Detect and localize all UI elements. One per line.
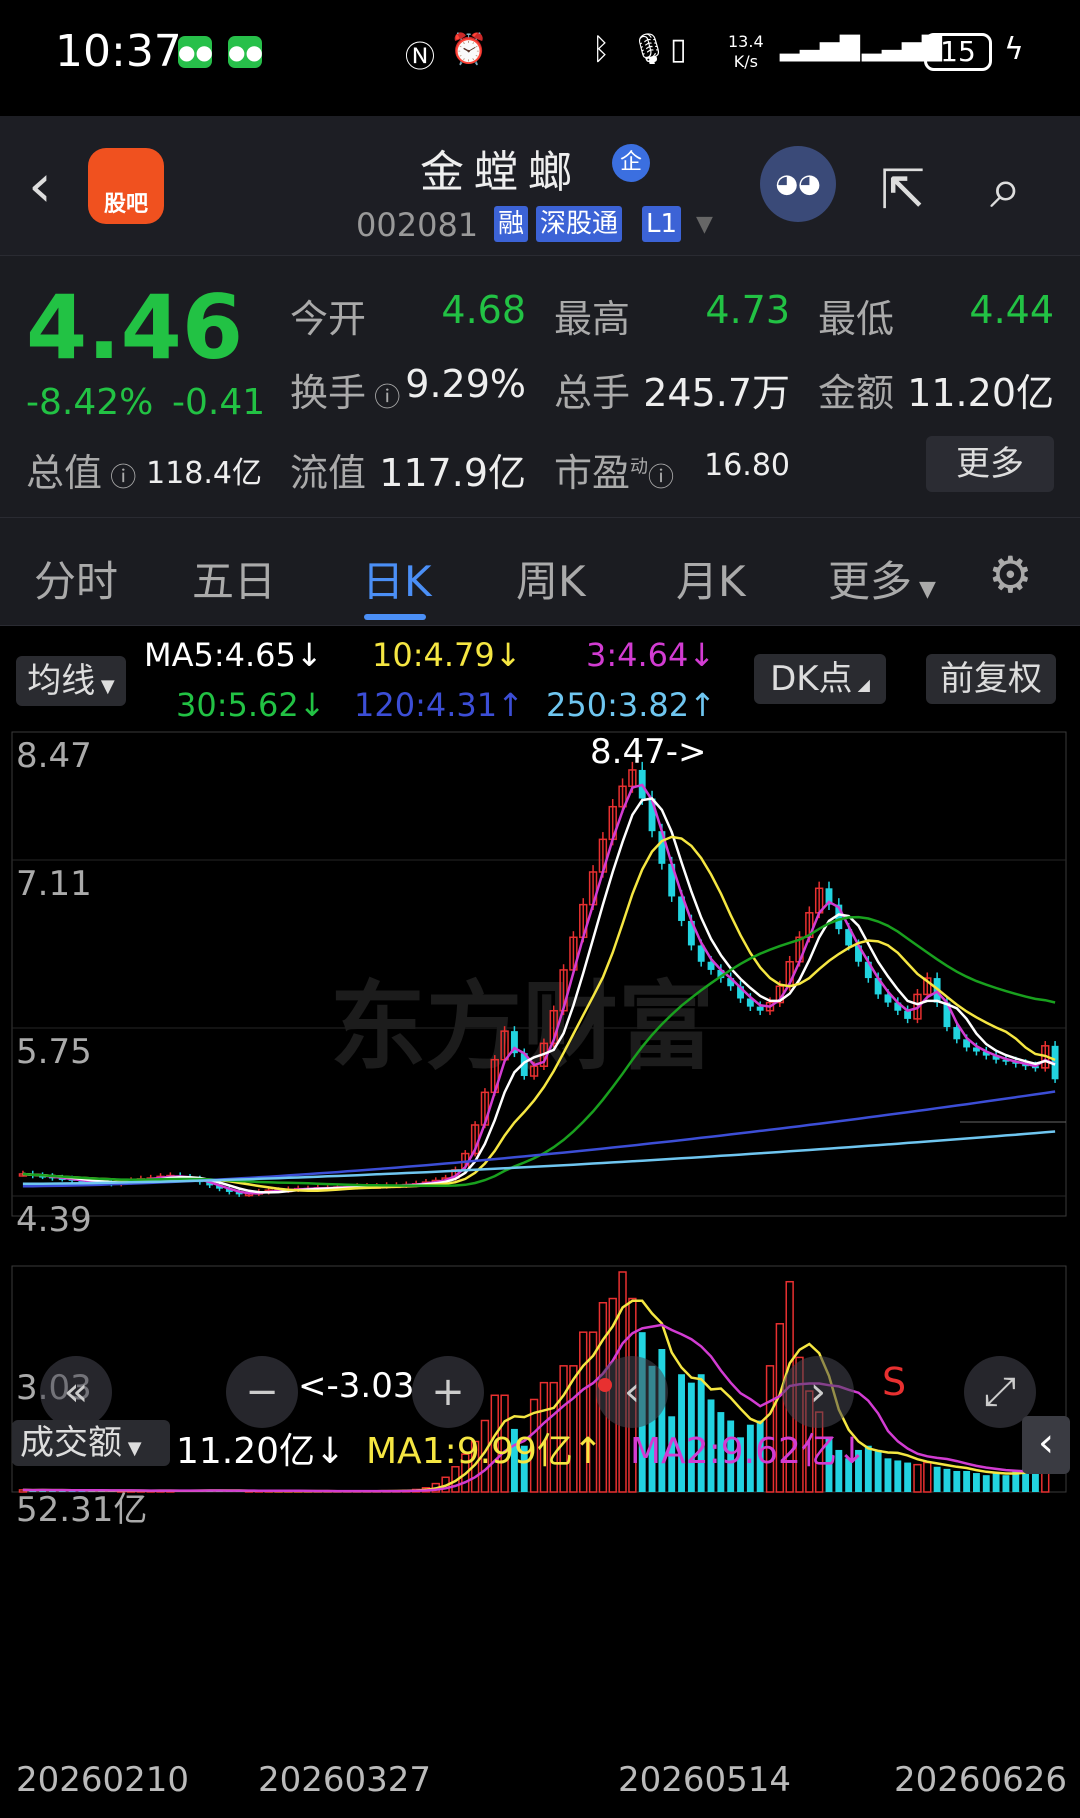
clock: 10:37	[55, 26, 182, 77]
ma120-line	[22, 1090, 1056, 1188]
volume-bar	[884, 1458, 892, 1492]
volume-ma1: MA1:9.99亿↑	[366, 1431, 604, 1472]
alarm-icon: ⏰	[450, 32, 488, 67]
amount-value: 11.20亿	[907, 371, 1054, 415]
turnover-value: 9.29%	[405, 362, 526, 406]
scroll-left-icon[interactable]: «	[40, 1356, 112, 1428]
buy-dot	[598, 1378, 612, 1392]
date-label: 20260327	[258, 1760, 432, 1800]
sell-marker: S	[882, 1360, 907, 1404]
nfc-icon: Ⓝ	[405, 40, 435, 75]
period-tabs: 分时 五日 日K 周K 月K 更多 ▼ ⚙	[0, 518, 1080, 626]
amount-label: 金额	[818, 371, 895, 415]
next-icon[interactable]: ›	[782, 1356, 854, 1428]
change-amount: -0.41	[172, 382, 266, 423]
current-price: 4.46	[26, 276, 244, 379]
assistant-avatar[interactable]: ◕◕	[760, 146, 836, 222]
wechat-icon: ●●	[228, 36, 263, 68]
volume-bar	[874, 1449, 882, 1492]
price-axis-tick: 4.39	[16, 1200, 92, 1240]
volume-label: 总手	[554, 371, 631, 415]
volume-bar	[923, 1461, 932, 1493]
level-tag: L1	[642, 206, 682, 242]
change-percent: -8.42%	[26, 382, 154, 423]
gear-icon[interactable]: ⚙	[988, 546, 1033, 604]
more-button[interactable]: 更多	[926, 436, 1054, 492]
volume-bar	[973, 1473, 980, 1492]
price-axis-tick: 5.75	[16, 1032, 92, 1072]
low-value: 4.44	[969, 288, 1054, 332]
connect-tag: 深股通	[536, 206, 623, 242]
open-label: 今开	[290, 297, 367, 341]
tab-weekly-k[interactable]: 周K	[516, 548, 586, 609]
float-value: 117.9亿	[379, 451, 526, 495]
zoom-in-icon[interactable]: +	[412, 1356, 484, 1428]
float-label: 流值	[290, 451, 367, 495]
open-value: 4.68	[441, 288, 526, 332]
back-button[interactable]: ‹	[28, 156, 52, 216]
stock-header: ‹ 股吧 金螳螂 企 002081 融 深股通 L1 ▼ ◕◕ ⇱ ⌕	[0, 116, 1080, 256]
volume-ma2: MA2:9.62亿↓	[630, 1431, 868, 1472]
volume-bar	[913, 1463, 922, 1493]
status-bar: 10:37 ●● ●● Ⓝ ⏰ ᛒ 🎙 ▯ 13.4 K/s ▂▃▅▇ ▂▃▅▇…	[0, 0, 1080, 116]
mic-icon: 🎙	[630, 32, 669, 67]
volume-bar	[933, 1466, 941, 1492]
volume-indicator-selector[interactable]: 成交额 ▼	[12, 1420, 170, 1466]
prev-icon[interactable]: ‹	[596, 1356, 668, 1428]
high-label: 最高	[554, 297, 631, 341]
guba-button[interactable]: 股吧	[88, 148, 164, 224]
share-icon[interactable]: ⇱	[880, 158, 925, 221]
tab-daily-k[interactable]: 日K	[362, 548, 432, 609]
price-axis-tick: 7.11	[16, 864, 92, 904]
tab-five-day[interactable]: 五日	[192, 548, 276, 609]
tab-monthly-k[interactable]: 月K	[676, 548, 746, 609]
volume-bar	[904, 1462, 912, 1492]
high-value: 4.73	[705, 288, 790, 332]
high-annotation: 8.47->	[590, 732, 707, 772]
mktcap-value: 118.4亿	[146, 456, 262, 491]
volume-bar	[963, 1470, 971, 1492]
battery-icon: 15	[924, 33, 992, 71]
volume-bar	[1002, 1475, 1010, 1492]
enterprise-badge: 企	[612, 144, 650, 182]
wechat-icon: ●●	[178, 36, 213, 68]
date-label: 20260626	[894, 1760, 1068, 1800]
active-tab-indicator	[364, 614, 426, 620]
network-speed: 13.4 K/s	[728, 32, 764, 71]
volume-bar	[943, 1468, 951, 1492]
candle	[756, 1006, 764, 1011]
stock-name: 金螳螂	[420, 147, 582, 198]
low-annotation: <-3.03	[298, 1366, 415, 1406]
volume-bar	[953, 1470, 961, 1492]
tab-intraday[interactable]: 分时	[34, 548, 118, 609]
bluetooth-icon: ᛒ	[592, 32, 610, 67]
stock-code: 002081	[356, 206, 479, 244]
quote-panel: 4.46 -8.42% -0.41 今开 4.68 最高 4.73 最低 4.4…	[0, 256, 1080, 518]
volume-bar	[982, 1475, 990, 1492]
kline-chart-area: 均线 ▼ MA5:4.65↓ 10:4.79↓ 3:4.64↓ 30:5.62↓…	[0, 626, 1080, 1818]
volume-bar	[894, 1460, 902, 1492]
vibrate-icon: ▯	[670, 32, 687, 67]
tab-more[interactable]: 更多 ▼	[828, 548, 936, 609]
price-axis-max: 8.47	[16, 736, 92, 776]
collapse-panel-button[interactable]: ‹	[1022, 1416, 1070, 1474]
volume-axis-max: 52.31亿	[16, 1490, 148, 1530]
signal-icon: ▂▃▅▇	[780, 32, 860, 62]
kline-svg: 东方财富	[11, 731, 1067, 1493]
search-icon[interactable]: ⌕	[990, 156, 1021, 222]
date-label: 20260210	[16, 1760, 190, 1800]
low-label: 最低	[818, 297, 895, 341]
volume-bar	[992, 1473, 1000, 1492]
date-label: 20260514	[618, 1760, 792, 1800]
charging-icon: ϟ	[1004, 32, 1024, 67]
chevron-down-icon[interactable]: ▼	[696, 212, 713, 237]
margin-tag: 融	[494, 206, 529, 242]
volume-value: 245.7万	[643, 371, 790, 415]
pe-value: 16.80	[704, 448, 790, 483]
volume-value: 11.20亿↓	[176, 1431, 346, 1472]
zoom-out-icon[interactable]: −	[226, 1356, 298, 1428]
